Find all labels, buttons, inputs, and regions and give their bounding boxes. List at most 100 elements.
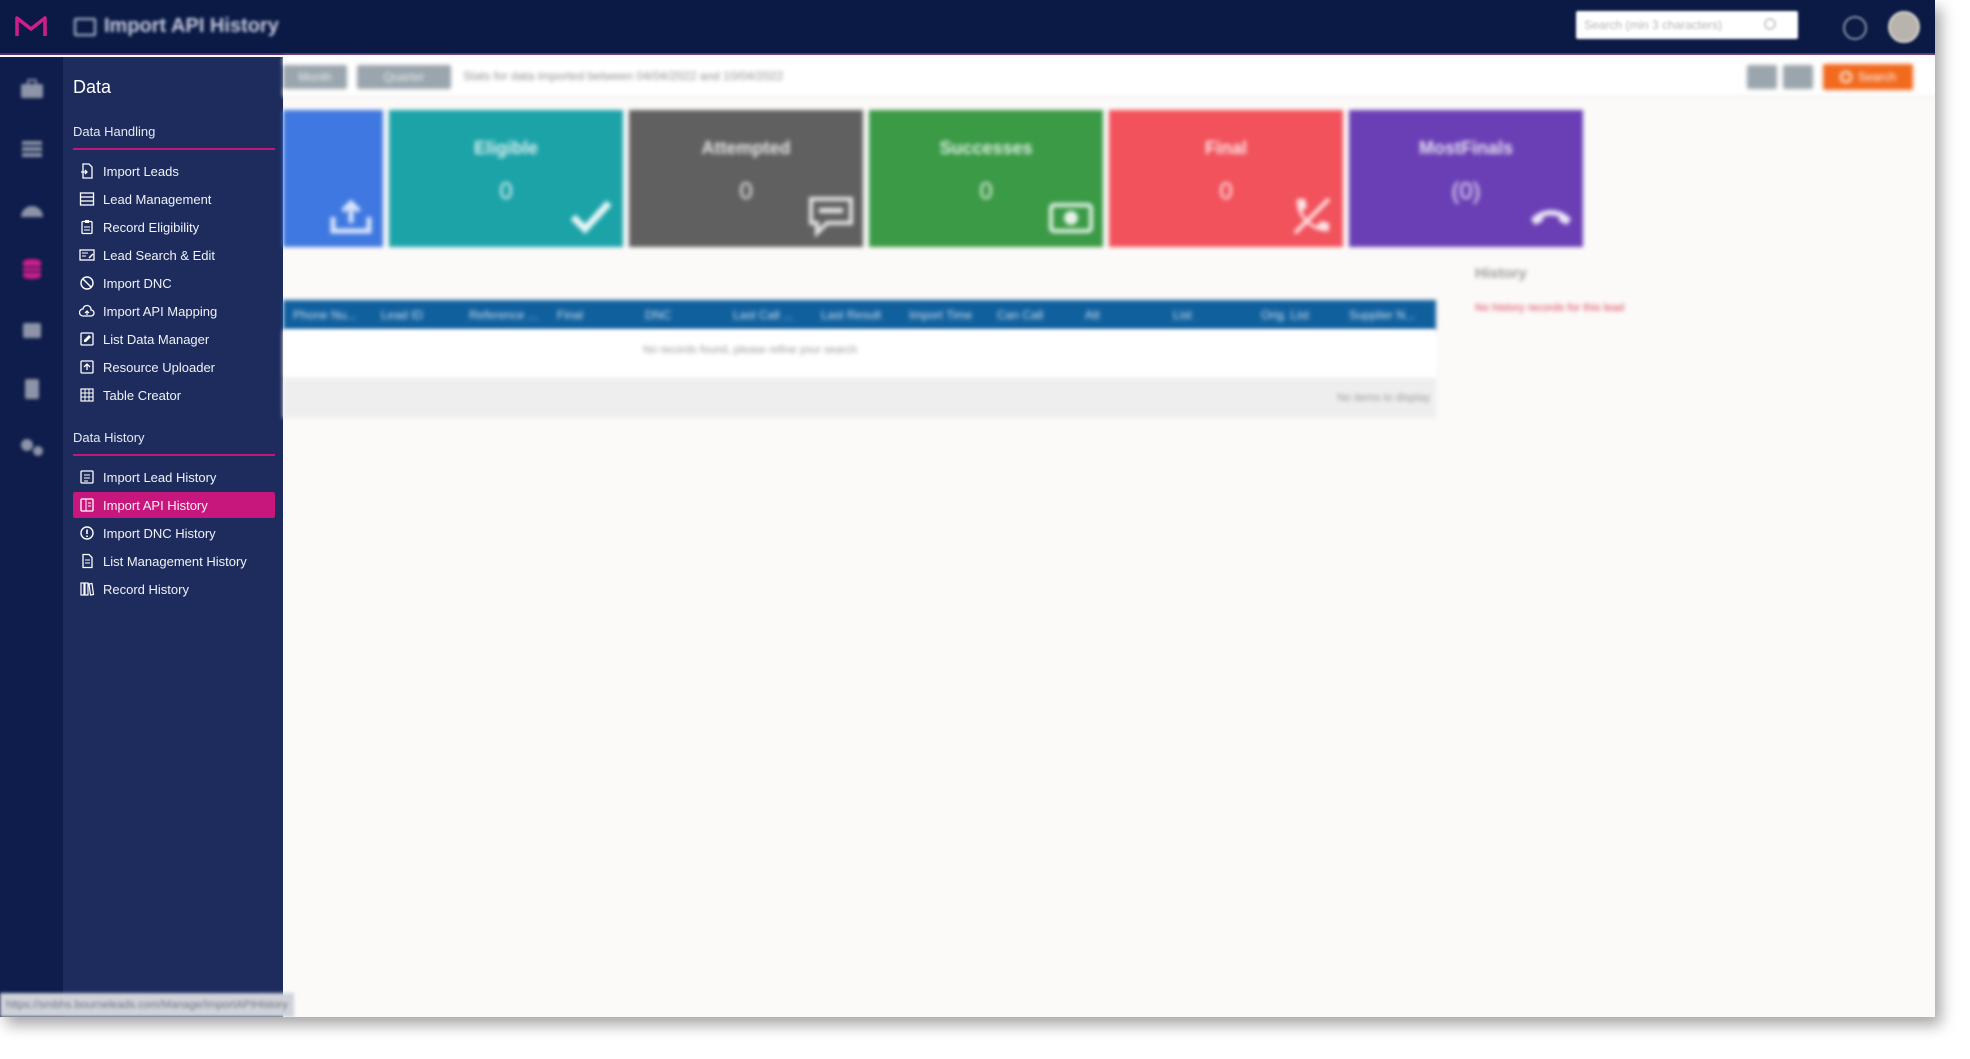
column-header[interactable]: Reference ... [459,308,547,322]
briefcase-icon[interactable] [18,77,46,101]
history-title: History [1475,265,1527,282]
tray-upload-icon [330,199,372,234]
sidebar-item-import-api-history[interactable]: Import API History [73,492,275,518]
chat-toggle-icon[interactable] [1747,65,1777,89]
user-avatar[interactable] [1888,11,1920,43]
sidebar-item-label: Import Lead History [103,469,217,485]
checkmark-icon [570,200,612,235]
search-placeholder: Search (min 3 characters) [1584,18,1723,32]
stat-card-eligible[interactable]: Eligible 0 [389,110,623,247]
search-edit-icon [79,249,95,261]
sidebar-title: Data [73,77,112,97]
sidebar-item-import-dnc[interactable]: Import DNC [73,270,275,296]
database-icon[interactable] [18,257,46,281]
dashboard-gauge-icon[interactable] [18,197,46,221]
document-icon[interactable] [18,377,46,401]
brand-logo-icon[interactable] [14,14,48,40]
sidebar: Data Data Handling Import Leads Lead Man… [63,57,283,1017]
status-url: https://smbhs.bourneleads.com/Manage/Imp… [6,999,288,1011]
phone-slash-icon [1293,197,1331,235]
api-history-icon [74,17,96,36]
stat-card-successes[interactable]: Successes 0 [869,110,1103,247]
mailbox-icon[interactable] [18,317,46,341]
stat-card-mostfinals[interactable]: MostFinals (0) [1349,110,1583,247]
column-header[interactable]: Import Time [899,308,987,322]
list-icon[interactable] [18,137,46,161]
global-search-input[interactable]: Search (min 3 characters) [1576,11,1798,39]
sidebar-item-import-api-mapping[interactable]: Import API Mapping [73,298,275,324]
sidebar-item-record-history[interactable]: Record History [73,576,275,602]
column-header[interactable]: Orig. List [1251,308,1339,322]
search-icon [1839,71,1852,83]
api-history-icon [80,498,94,512]
page-title: Import API History [104,15,279,37]
month-button[interactable]: Month [283,65,347,89]
column-header[interactable]: Lead ID [371,308,459,322]
empty-table-message: No records found, please refine your sea… [643,344,858,356]
column-header[interactable]: Last Result [811,308,899,322]
column-header[interactable]: DNC [635,308,723,322]
sidebar-item-import-lead-history[interactable]: Import Lead History [73,464,275,490]
sidebar-item-lead-search-edit[interactable]: Lead Search & Edit [73,242,275,268]
sidebar-item-import-dnc-history[interactable]: Import DNC History [73,520,275,546]
sidebar-item-label: Import Leads [103,163,179,179]
column-header[interactable]: Final [547,308,635,322]
sidebar-item-label: Record History [103,581,189,597]
sidebar-item-label: Lead Management [103,191,212,207]
sidebar-item-label: Import API History [103,497,208,513]
stat-card-imported[interactable] [283,110,383,247]
sidebar-item-label: List Management History [103,553,247,569]
sidebar-item-lead-management[interactable]: Lead Management [73,186,275,212]
sidebar-item-import-leads[interactable]: Import Leads [73,158,275,184]
stat-card-final[interactable]: Final 0 [1109,110,1343,247]
card-label: MostFinals [1418,138,1513,158]
sidebar-item-label: Record Eligibility [103,219,200,235]
sidebar-item-label: Import DNC History [103,525,216,541]
fullscreen-icon[interactable] [1783,65,1813,89]
cloud-upload-icon [79,304,95,317]
column-header[interactable]: Att [1075,308,1163,322]
books-icon [80,582,95,596]
column-header[interactable]: List [1163,308,1251,322]
column-header[interactable]: Phone Nu... [283,308,371,322]
column-header[interactable]: Last Call ... [723,308,811,322]
list-icon [79,192,95,206]
sidebar-item-list-data-manager[interactable]: List Data Manager [73,326,275,352]
search-icon [1764,18,1776,30]
sidebar-item-resource-uploader[interactable]: Resource Uploader [73,354,275,380]
settings-gears-icon[interactable] [18,435,46,459]
card-label: Attempted [701,138,791,158]
app-window: Import API History Search (min 3 charact… [0,0,1935,1017]
quarter-button[interactable]: Quarter [357,65,451,89]
table-icon [80,388,94,402]
main-content: Month Quarter Stats for data imported be… [283,57,1935,1017]
column-header[interactable]: Supplier N... [1339,308,1427,322]
table-pager: No items to display [283,378,1436,418]
edit-icon [80,332,94,346]
money-icon [1049,203,1093,233]
sidebar-item-label: Lead Search & Edit [103,247,216,263]
file-import-icon [81,163,93,179]
sidebar-item-label: Import API Mapping [103,303,218,319]
icon-rail [0,57,63,1017]
search-button[interactable]: Search [1823,64,1913,90]
stat-card-attempted[interactable]: Attempted 0 [629,110,863,247]
stats-range-text: Stats for data imported between 04/04/20… [463,69,784,83]
search-button-label: Search [1857,70,1897,84]
sidebar-item-label: Import DNC [103,275,172,291]
document-icon [82,553,93,569]
sidebar-section-data-handling: Data Handling [73,124,156,139]
column-header[interactable]: Can Call [987,308,1075,322]
sidebar-item-list-management-history[interactable]: List Management History [73,548,275,574]
pager-info: No items to display [1337,392,1430,404]
card-label: Successes [939,138,1033,158]
chat-icon [809,197,853,237]
sidebar-item-record-eligibility[interactable]: Record Eligibility [73,214,275,240]
leads-table-header: Phone Nu... Lead ID Reference ... Final … [283,300,1436,330]
history-empty-message: No history records for this lead [1475,302,1625,314]
help-icon[interactable] [1843,16,1867,40]
page-title-group: Import API History [74,15,279,38]
section-divider [73,454,275,456]
sidebar-item-table-creator[interactable]: Table Creator [73,382,275,408]
clipboard-icon [81,220,93,235]
